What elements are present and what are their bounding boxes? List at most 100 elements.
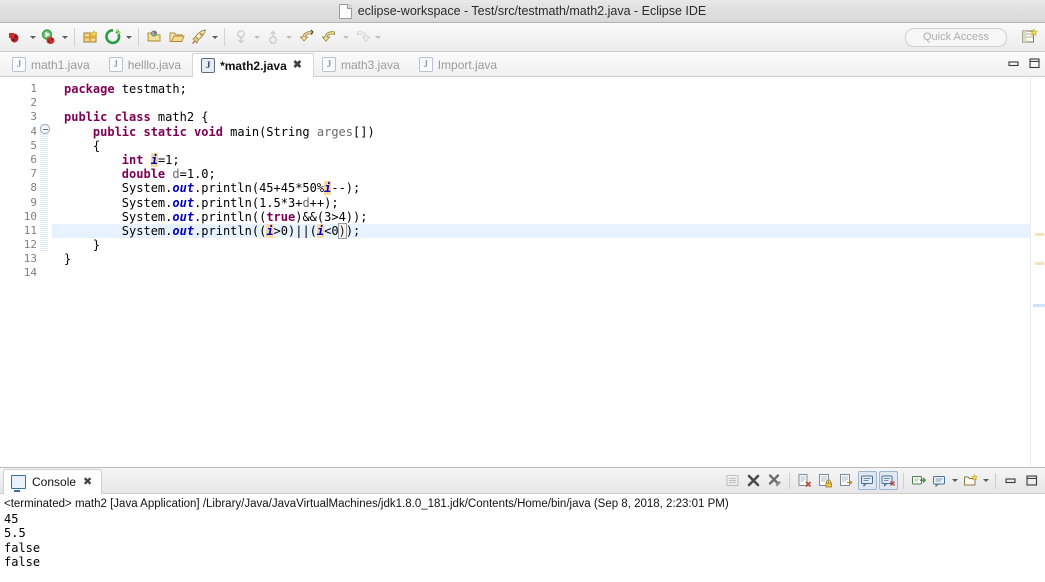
java-file-icon: J: [201, 58, 216, 73]
previous-annotation-dropdown-caret[interactable]: [284, 27, 293, 48]
new-console-view-button[interactable]: [930, 471, 949, 490]
code-line-5: {: [64, 138, 101, 153]
word-wrap-button[interactable]: [837, 471, 856, 490]
scroll-lock-button[interactable]: [816, 471, 835, 490]
line-number: 8: [30, 181, 37, 195]
open-console-dropdown-button[interactable]: [961, 471, 980, 490]
external-tools-button[interactable]: [102, 27, 123, 48]
overview-marker-current-line: [1033, 304, 1045, 307]
code-line-4: public static void main(String arges[]): [92, 124, 375, 139]
toolbar-separator: [138, 28, 139, 46]
editor-tab-math2[interactable]: J *math2.java ✖: [192, 53, 314, 77]
search-dropdown-caret[interactable]: [210, 27, 219, 48]
toolbar-group-navigation: [295, 27, 384, 48]
main-toolbar: Quick Access: [0, 23, 1045, 52]
new-java-package-button[interactable]: [80, 27, 101, 48]
editor-tab-math1[interactable]: J math1.java: [4, 53, 101, 76]
clear-console-button[interactable]: [795, 471, 814, 490]
toolbar-group-run: [4, 27, 71, 48]
java-file-icon: J: [108, 57, 123, 72]
editor-tab-label: helllo.java: [127, 57, 182, 72]
external-tools-dropdown-caret[interactable]: [124, 27, 133, 48]
last-edit-location-button[interactable]: [297, 27, 318, 48]
forward-dropdown-caret[interactable]: [373, 27, 382, 48]
collapse-fold-icon[interactable]: [40, 124, 50, 134]
line-number: 12: [23, 238, 37, 252]
code-line-7: double d=1.0;: [121, 167, 216, 182]
java-file-icon: J: [418, 57, 433, 72]
close-icon[interactable]: ✖: [83, 476, 92, 488]
display-selected-console-button[interactable]: [879, 471, 898, 490]
run-dropdown-caret[interactable]: [60, 27, 69, 48]
close-icon[interactable]: ✖: [293, 60, 302, 71]
next-annotation-dropdown-caret[interactable]: [252, 27, 261, 48]
previous-annotation-button[interactable]: [262, 27, 283, 48]
toolbar-group-open: [142, 27, 221, 48]
overview-marker: [1035, 262, 1044, 265]
maximize-console-button[interactable]: [1022, 471, 1041, 490]
debug-button[interactable]: [6, 27, 27, 48]
line-number: 2: [30, 96, 37, 110]
toolbar-separator: [74, 28, 75, 46]
console-output-text: 45 5.5 false false: [4, 512, 41, 570]
open-task-button[interactable]: [166, 27, 187, 48]
search-rocket-button[interactable]: [188, 27, 209, 48]
console-toolbar-separator: [995, 472, 996, 489]
open-console-button[interactable]: [909, 471, 928, 490]
editor-view-controls: [1007, 57, 1041, 72]
terminate-button[interactable]: [744, 471, 763, 490]
quick-access-input[interactable]: Quick Access: [905, 28, 1007, 47]
folding-ruler[interactable]: [39, 77, 52, 467]
document-icon: [338, 3, 352, 19]
console-output-area[interactable]: <terminated> math2 [Java Application] /L…: [0, 494, 1045, 582]
code-editor[interactable]: 1 2 3 4 5 6 7 8 9 10 11 12 13 14 package…: [0, 77, 1045, 467]
open-type-button[interactable]: [144, 27, 165, 48]
pin-console-button[interactable]: [858, 471, 877, 490]
console-view: Console ✖ <terminated> math2 [Java Appli…: [0, 467, 1045, 582]
back-button[interactable]: [319, 27, 340, 48]
console-toolbar-separator: [789, 472, 790, 489]
editor-tab-math3[interactable]: J math3.java: [314, 53, 411, 76]
next-annotation-button[interactable]: [230, 27, 251, 48]
code-line-11: System.out.println((i>0)||(i<0));: [52, 222, 1045, 239]
console-process-header: <terminated> math2 [Java Application] /L…: [4, 498, 729, 510]
back-dropdown-caret[interactable]: [341, 27, 350, 48]
editor-tab-import[interactable]: J Import.java: [411, 53, 508, 76]
line-number: 13: [23, 252, 37, 266]
code-line-6: int i=1;: [121, 152, 180, 167]
editor-marker-ruler[interactable]: [0, 77, 13, 467]
run-button[interactable]: [38, 27, 59, 48]
debug-dropdown-caret[interactable]: [28, 27, 37, 48]
editor-overview-ruler[interactable]: [1030, 77, 1045, 467]
line-number: 11: [23, 223, 37, 237]
new-console-dropdown-caret[interactable]: [951, 479, 959, 482]
maximize-icon[interactable]: [1028, 57, 1041, 72]
editor-tab-label: *math2.java: [220, 58, 287, 73]
open-console-dropdown-caret[interactable]: [982, 479, 990, 482]
window-title: eclipse-workspace - Test/src/testmath/ma…: [357, 4, 707, 18]
line-number: 5: [30, 138, 37, 152]
open-perspective-icon[interactable]: [1020, 27, 1040, 47]
console-tab-bar: Console ✖: [0, 468, 1045, 494]
console-show-when-output-button[interactable]: [723, 471, 742, 490]
console-tab[interactable]: Console ✖: [3, 469, 103, 494]
editor-tab-bar: J math1.java J helllo.java J *math2.java…: [0, 52, 1045, 77]
code-line-9: System.out.println(1.5*3+d++);: [64, 195, 339, 210]
line-number: 1: [30, 82, 37, 95]
toolbar-separator: [224, 28, 225, 46]
line-number: 3: [30, 110, 37, 124]
console-icon: [11, 475, 26, 492]
code-line-3: public class math2 {: [64, 110, 209, 125]
code-line-10: System.out.println((true)&&(3>4));: [64, 209, 368, 224]
remove-all-terminated-button[interactable]: [765, 471, 784, 490]
minimize-console-button[interactable]: [1001, 471, 1020, 490]
editor-tab-helllo[interactable]: J helllo.java: [101, 53, 192, 76]
code-line-1: package testmath;: [64, 82, 187, 96]
forward-button[interactable]: [351, 27, 372, 48]
minimize-icon[interactable]: [1007, 57, 1020, 72]
code-line-12: }: [64, 238, 101, 253]
line-number-ruler: 1 2 3 4 5 6 7 8 9 10 11 12 13 14: [13, 77, 39, 467]
code-content[interactable]: package testmath; public class math2 { p…: [52, 77, 1045, 467]
